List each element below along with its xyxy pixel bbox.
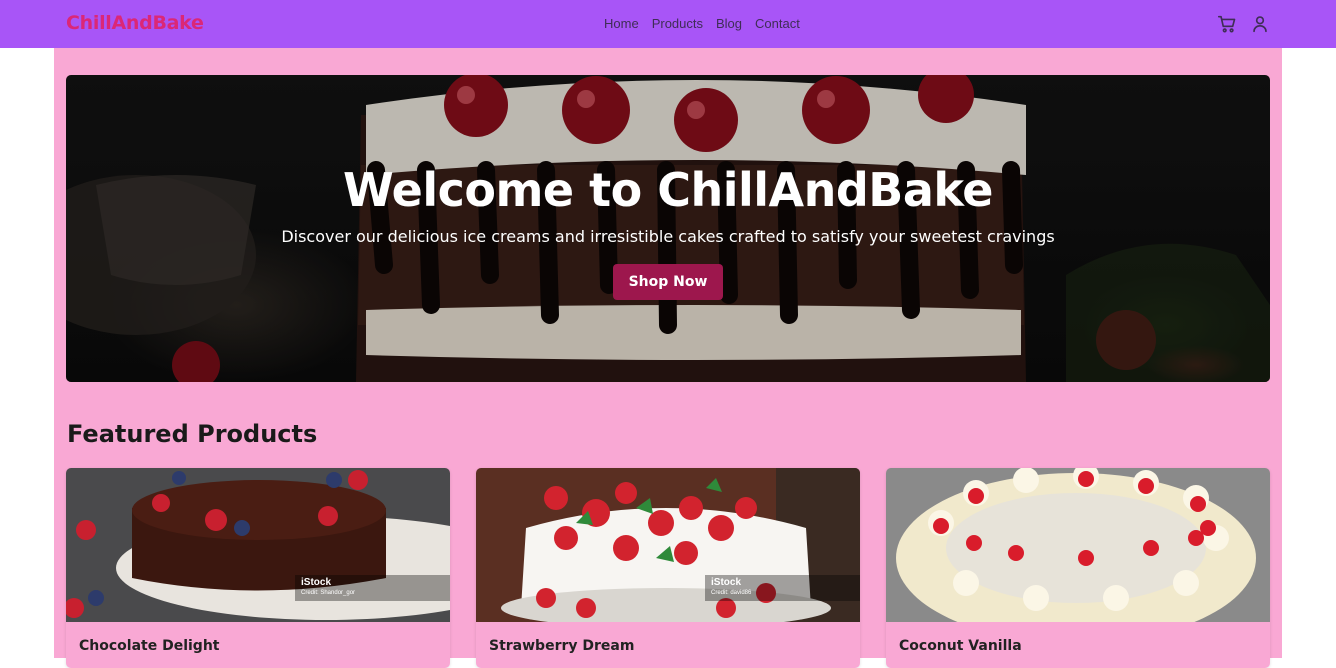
nav-blog[interactable]: Blog bbox=[716, 16, 742, 31]
nav-contact[interactable]: Contact bbox=[755, 16, 800, 31]
product-image-coconut-cake bbox=[886, 468, 1270, 622]
watermark-credit: Credit: david86 bbox=[711, 590, 752, 596]
featured-products-title: Featured Products bbox=[67, 420, 318, 448]
product-card-strawberry-dream[interactable]: iStock Credit: david86 Strawberry Dream bbox=[476, 468, 860, 668]
nav-links: Home Products Blog Contact bbox=[604, 16, 800, 31]
main-content: Welcome to ChillAndBake Discover our del… bbox=[54, 48, 1282, 668]
product-name: Strawberry Dream bbox=[489, 638, 635, 654]
hero-banner: Welcome to ChillAndBake Discover our del… bbox=[66, 75, 1270, 382]
hero-subtitle: Discover our delicious ice creams and ir… bbox=[281, 227, 1055, 246]
product-card-chocolate-delight[interactable]: iStock Credit: Shandor_gor Chocolate Del… bbox=[66, 468, 450, 668]
product-name: Chocolate Delight bbox=[79, 638, 220, 654]
brand-logo[interactable]: ChillAndBake bbox=[66, 12, 204, 34]
user-icon[interactable] bbox=[1249, 13, 1271, 35]
watermark: iStock Credit: Shandor_gor bbox=[295, 575, 450, 601]
cart-icon[interactable] bbox=[1216, 13, 1238, 35]
watermark: iStock Credit: david86 bbox=[705, 575, 860, 601]
watermark-credit: Credit: Shandor_gor bbox=[301, 590, 356, 596]
nav-home[interactable]: Home bbox=[604, 16, 639, 31]
navbar: ChillAndBake Home Products Blog Contact bbox=[0, 0, 1336, 48]
product-name: Coconut Vanilla bbox=[899, 638, 1022, 654]
shop-now-button[interactable]: Shop Now bbox=[613, 264, 723, 300]
watermark-brand: iStock bbox=[711, 577, 742, 588]
hero-title: Welcome to ChillAndBake bbox=[343, 163, 993, 217]
nav-products[interactable]: Products bbox=[652, 16, 703, 31]
watermark-brand: iStock bbox=[301, 577, 332, 588]
product-card-coconut-vanilla[interactable]: Coconut Vanilla bbox=[886, 468, 1270, 668]
